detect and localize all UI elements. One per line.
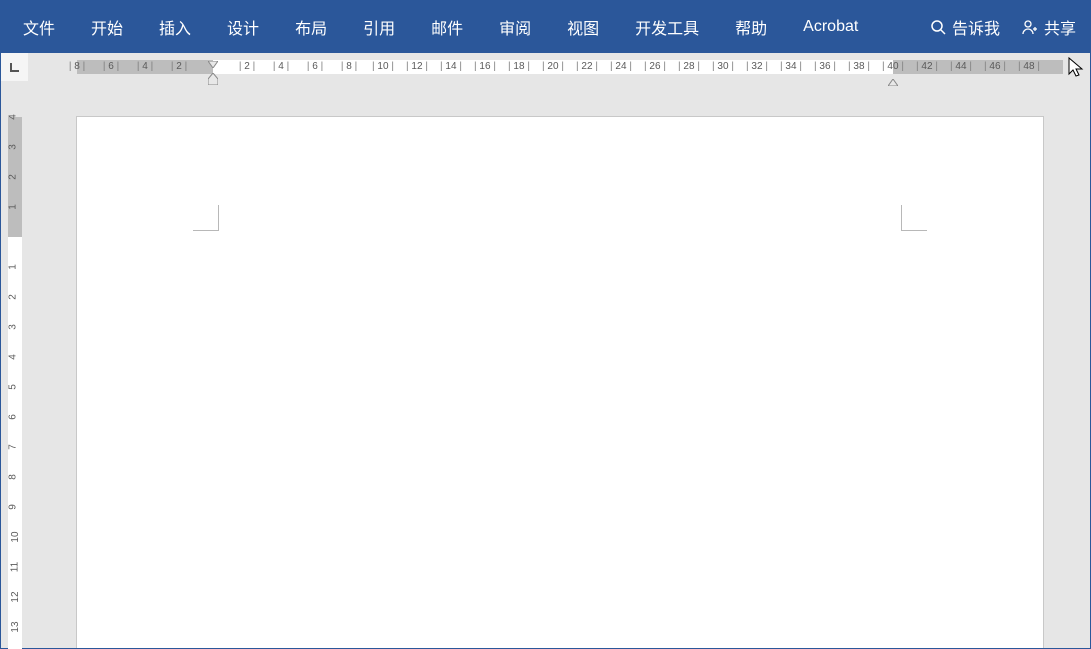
- hruler-tick: | 40 |: [882, 61, 904, 72]
- first-line-indent-marker[interactable]: [208, 55, 218, 62]
- hruler-tick: | 16 |: [474, 61, 496, 72]
- vruler-tick: 5: [7, 384, 18, 390]
- margin-corner-top-left: [193, 205, 219, 231]
- ribbon-tab-0[interactable]: 文件: [5, 1, 73, 53]
- vruler-tick: 3: [7, 144, 18, 150]
- hruler-tick: | 2 |: [171, 61, 187, 72]
- hruler-tick: | 14 |: [440, 61, 462, 72]
- vruler-tick: 8: [7, 474, 18, 480]
- hruler-tick: | 46 |: [984, 61, 1006, 72]
- vruler-tick: 2: [7, 294, 18, 300]
- vruler-tick: 1: [7, 204, 18, 210]
- vruler-tick: 10: [10, 531, 21, 542]
- ribbon-tab-4[interactable]: 布局: [277, 1, 345, 53]
- vruler-tick: 6: [7, 414, 18, 420]
- ribbon-tab-6[interactable]: 邮件: [413, 1, 481, 53]
- ribbon-tab-10[interactable]: 帮助: [717, 1, 785, 53]
- hruler-tick: | 38 |: [848, 61, 870, 72]
- hruler-tick: | 2 |: [239, 61, 255, 72]
- document-canvas[interactable]: [29, 81, 1090, 648]
- hruler-tick: | 6 |: [103, 61, 119, 72]
- hruler-tick: | 4 |: [273, 61, 289, 72]
- vruler-tick: 1: [7, 264, 18, 270]
- hruler-tick: | 18 |: [508, 61, 530, 72]
- vertical-ruler-wrap: 432112345678910111213141516: [1, 81, 29, 648]
- ribbon-tabs: 文件开始插入设计布局引用邮件审阅视图开发工具帮助Acrobat 告诉我 共享: [1, 1, 1090, 53]
- hruler-tick: | 20 |: [542, 61, 564, 72]
- hruler-tick: | 48 |: [1018, 61, 1040, 72]
- horizontal-ruler-row: | 8 | | 6 | | 4 | | 2 | | 2 | | 4 | | 6 | | 8 |…: [1, 53, 1090, 81]
- hruler-tick: | 34 |: [780, 61, 802, 72]
- ribbon-tab-8[interactable]: 视图: [549, 1, 617, 53]
- vruler-tick: 3: [7, 324, 18, 330]
- vruler-tick: 13: [10, 621, 21, 632]
- ribbon-tab-1[interactable]: 开始: [73, 1, 141, 53]
- hruler-tick: | 44 |: [950, 61, 972, 72]
- vruler-tick: 2: [7, 174, 18, 180]
- vruler-tick: 4: [7, 354, 18, 360]
- vertical-ruler[interactable]: 432112345678910111213141516: [8, 117, 22, 648]
- vruler-tick: 11: [10, 562, 21, 572]
- ribbon-tab-11[interactable]: Acrobat: [785, 1, 876, 53]
- hruler-tick: | 10 |: [372, 61, 394, 72]
- vruler-tick: 4: [7, 114, 18, 120]
- right-indent-marker[interactable]: [888, 73, 898, 80]
- hruler-tick: | 12 |: [406, 61, 428, 72]
- share-label: 共享: [1044, 15, 1076, 39]
- person-share-icon: [1020, 18, 1038, 36]
- ribbon-tab-3[interactable]: 设计: [209, 1, 277, 53]
- document-page[interactable]: [77, 117, 1043, 648]
- hruler-tick: | 6 |: [307, 61, 323, 72]
- horizontal-ruler[interactable]: | 8 || 6 || 4 || 2 || 2 || 4 || 6 || 8 |…: [77, 60, 1086, 74]
- hruler-tick: | 36 |: [814, 61, 836, 72]
- hruler-tick: | 22 |: [576, 61, 598, 72]
- vruler-tick: 7: [7, 444, 18, 450]
- ribbon-tab-5[interactable]: 引用: [345, 1, 413, 53]
- ribbon-tab-9[interactable]: 开发工具: [617, 1, 717, 53]
- vruler-tick: 12: [10, 591, 21, 602]
- ribbon-tab-7[interactable]: 审阅: [481, 1, 549, 53]
- tell-me-button[interactable]: 告诉我: [920, 1, 1010, 53]
- hruler-tick: | 4 |: [137, 61, 153, 72]
- share-button[interactable]: 共享: [1010, 1, 1086, 53]
- hruler-tick: | 32 |: [746, 61, 768, 72]
- workspace: 432112345678910111213141516: [1, 81, 1090, 648]
- margin-corner-top-right: [901, 205, 927, 231]
- vruler-tick: 9: [7, 504, 18, 510]
- hruler-tick: | 30 |: [712, 61, 734, 72]
- ribbon-tab-2[interactable]: 插入: [141, 1, 209, 53]
- hruler-tick: | 28 |: [678, 61, 700, 72]
- hruler-tick: | 8 |: [69, 61, 85, 72]
- tab-stop-selector[interactable]: [1, 53, 29, 81]
- hruler-tick: | 24 |: [610, 61, 632, 72]
- hruler-tick: | 42 |: [916, 61, 938, 72]
- hruler-tick: | 26 |: [644, 61, 666, 72]
- search-icon: [930, 19, 946, 35]
- hruler-tick: | 8 |: [341, 61, 357, 72]
- tell-me-label: 告诉我: [952, 15, 1000, 39]
